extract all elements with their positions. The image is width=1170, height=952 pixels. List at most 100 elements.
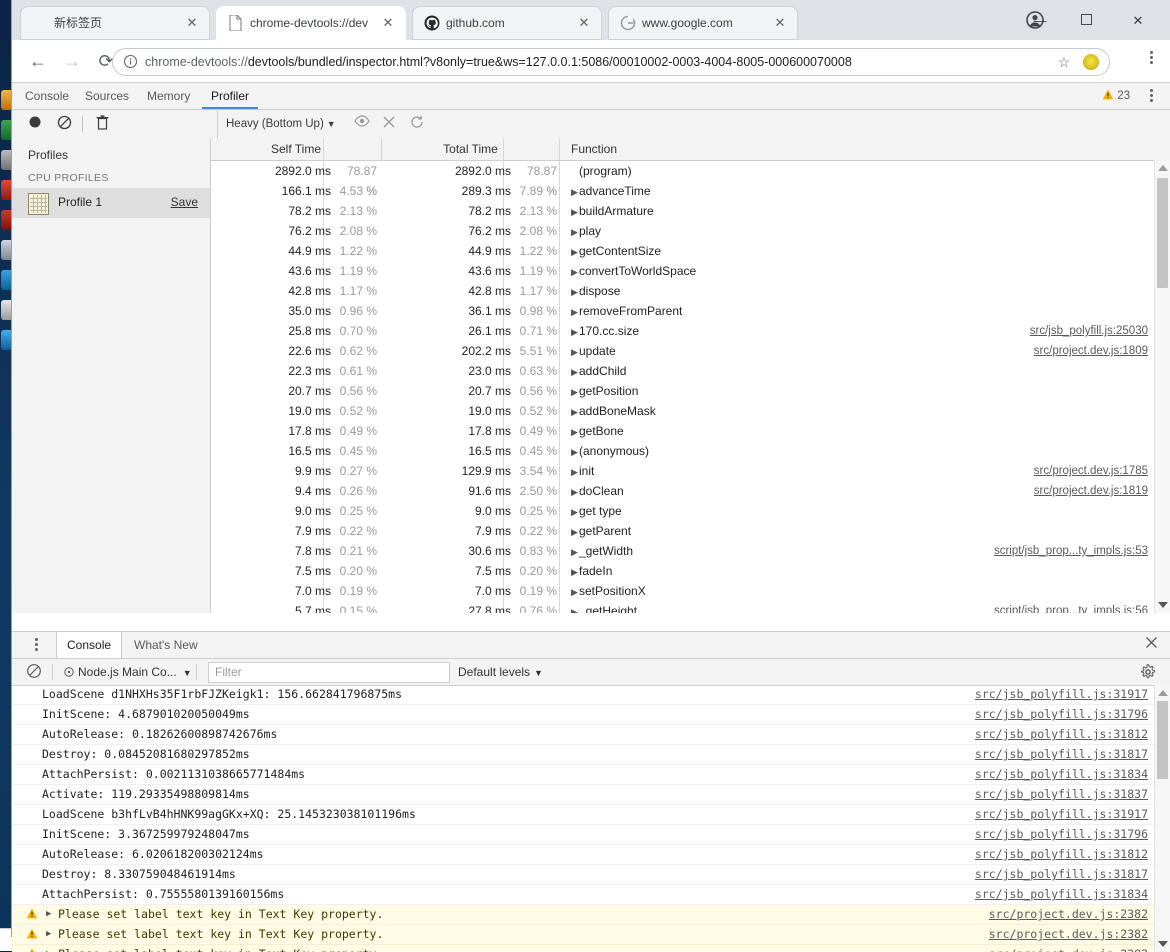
view-mode-select[interactable]: Heavy (Bottom Up)▼ bbox=[226, 115, 336, 133]
expand-triangle-icon[interactable]: ▶ bbox=[571, 602, 579, 613]
console-source-link[interactable]: src/jsb_polyfill.js:31917 bbox=[975, 805, 1148, 824]
console-log-message[interactable]: Activate: 119.29335498809814mssrc/jsb_po… bbox=[12, 785, 1170, 805]
console-log-message[interactable]: InitScene: 4.687901020050049mssrc/jsb_po… bbox=[12, 705, 1170, 725]
window-close-button[interactable]: ✕ bbox=[1120, 8, 1156, 34]
expand-triangle-icon[interactable]: ▶ bbox=[46, 905, 51, 924]
table-row[interactable]: 19.0 ms0.52 %19.0 ms0.52 %▶addBoneMask bbox=[211, 401, 1170, 421]
console-warning-message[interactable]: ▶Please set label text key in Text Key p… bbox=[12, 925, 1170, 945]
console-scrollbar[interactable] bbox=[1154, 685, 1170, 952]
console-log-levels-select[interactable]: Default levels▼ bbox=[458, 663, 543, 682]
table-row[interactable]: 20.7 ms0.56 %20.7 ms0.56 %▶getPosition bbox=[211, 381, 1170, 401]
expand-triangle-icon[interactable]: ▶ bbox=[571, 222, 579, 242]
tab-sources[interactable]: Sources bbox=[76, 83, 138, 109]
console-context-select[interactable]: Node.js Main Co...▼ bbox=[64, 663, 192, 681]
expand-triangle-icon[interactable]: ▶ bbox=[571, 482, 579, 502]
browser-tab-github[interactable]: github.com ✕ bbox=[412, 6, 602, 40]
tab-close-icon[interactable]: ✕ bbox=[576, 15, 592, 31]
table-row[interactable]: 17.8 ms0.49 %17.8 ms0.49 %▶getBone bbox=[211, 421, 1170, 441]
window-maximize-button[interactable] bbox=[1068, 8, 1104, 34]
console-source-link[interactable]: src/jsb_polyfill.js:31834 bbox=[975, 765, 1148, 784]
browser-tab-google[interactable]: www.google.com ✕ bbox=[608, 6, 798, 40]
tab-close-icon[interactable]: ✕ bbox=[380, 15, 396, 31]
table-row[interactable]: 22.3 ms0.61 %23.0 ms0.63 %▶addChild bbox=[211, 361, 1170, 381]
console-log-message[interactable]: Destroy: 0.08452081680297852mssrc/jsb_po… bbox=[12, 745, 1170, 765]
console-source-link[interactable]: src/jsb_polyfill.js:31796 bbox=[975, 705, 1148, 724]
console-log-message[interactable]: InitScene: 3.367259979248047mssrc/jsb_po… bbox=[12, 825, 1170, 845]
source-link[interactable]: script/jsb_prop...ty_impls.js:56 bbox=[994, 601, 1148, 613]
table-row[interactable]: 9.9 ms0.27 %129.9 ms3.54 %▶initsrc/proje… bbox=[211, 461, 1170, 481]
tab-close-icon[interactable]: ✕ bbox=[772, 15, 788, 31]
table-row[interactable]: 7.8 ms0.21 %30.6 ms0.83 %▶_getWidthscrip… bbox=[211, 541, 1170, 561]
tab-profiler[interactable]: Profiler bbox=[202, 83, 258, 109]
expand-triangle-icon[interactable]: ▶ bbox=[571, 282, 579, 302]
console-source-link[interactable]: src/jsb_polyfill.js:31812 bbox=[975, 725, 1148, 744]
save-profile-link[interactable]: Save bbox=[171, 195, 198, 209]
forward-button[interactable]: → bbox=[60, 49, 84, 73]
expand-triangle-icon[interactable]: ▶ bbox=[571, 362, 579, 382]
table-row[interactable]: 9.4 ms0.26 %91.6 ms2.50 %▶doCleansrc/pro… bbox=[211, 481, 1170, 501]
record-circle-icon[interactable] bbox=[28, 115, 42, 133]
table-row[interactable]: 5.7 ms0.15 %27.8 ms0.76 %▶_getHeightscri… bbox=[211, 601, 1170, 613]
console-log-message[interactable]: AttachPersist: 0.0021131038665771484mssr… bbox=[12, 765, 1170, 785]
expand-triangle-icon[interactable]: ▶ bbox=[46, 925, 51, 944]
console-warning-message[interactable]: ▶Please set label text key in Text Key p… bbox=[12, 905, 1170, 925]
expand-triangle-icon[interactable]: ▶ bbox=[571, 542, 579, 562]
scroll-up-arrow-icon[interactable] bbox=[1158, 165, 1168, 171]
console-source-link[interactable]: src/jsb_polyfill.js:31796 bbox=[975, 825, 1148, 844]
table-row[interactable]: 9.0 ms0.25 %9.0 ms0.25 %▶get type bbox=[211, 501, 1170, 521]
console-source-link[interactable]: src/project.dev.js:2382 bbox=[989, 905, 1148, 924]
scrollbar-thumb[interactable] bbox=[1157, 178, 1168, 288]
expand-triangle-icon[interactable]: ▶ bbox=[571, 502, 579, 522]
expand-triangle-icon[interactable]: ▶ bbox=[571, 442, 579, 462]
window-minimize-button[interactable]: — bbox=[1022, 8, 1058, 34]
console-log-message[interactable]: LoadScene b3hfLvB4hHNK99agGKx+XQ: 25.145… bbox=[12, 805, 1170, 825]
no-entry-icon[interactable] bbox=[57, 115, 72, 133]
expand-triangle-icon[interactable]: ▶ bbox=[571, 342, 579, 362]
expand-triangle-icon[interactable]: ▶ bbox=[571, 182, 579, 202]
expand-triangle-icon[interactable]: ▶ bbox=[571, 462, 579, 482]
console-log-message[interactable]: Destroy: 8.330759048461914mssrc/jsb_poly… bbox=[12, 865, 1170, 885]
browser-tab-newtab[interactable]: 新标签页 ✕ bbox=[20, 6, 210, 40]
table-row[interactable]: 16.5 ms0.45 %16.5 ms0.45 %▶(anonymous) bbox=[211, 441, 1170, 461]
table-row[interactable]: 166.1 ms4.53 %289.3 ms7.89 %▶advanceTime bbox=[211, 181, 1170, 201]
browser-menu-icon[interactable] bbox=[1140, 49, 1162, 73]
console-log-message[interactable]: LoadScene d1NHXHs35F1rbFJZKeigk1: 156.66… bbox=[12, 685, 1170, 705]
expand-triangle-icon[interactable]: ▶ bbox=[571, 582, 579, 602]
source-link[interactable]: src/project.dev.js:1809 bbox=[1034, 341, 1148, 361]
table-row[interactable]: 76.2 ms2.08 %76.2 ms2.08 %▶play bbox=[211, 221, 1170, 241]
expand-triangle-icon[interactable]: ▶ bbox=[571, 322, 579, 342]
bookmark-star-icon[interactable]: ☆ bbox=[1055, 53, 1073, 71]
eye-icon[interactable] bbox=[354, 115, 370, 133]
scrollbar-thumb[interactable] bbox=[1157, 701, 1168, 779]
console-source-link[interactable]: src/jsb_polyfill.js:31917 bbox=[975, 685, 1148, 704]
gear-icon[interactable] bbox=[1140, 664, 1156, 680]
source-link[interactable]: src/project.dev.js:1819 bbox=[1034, 481, 1148, 501]
scroll-up-arrow-icon[interactable] bbox=[1158, 690, 1168, 696]
drawer-tab-console[interactable]: Console bbox=[56, 632, 122, 658]
console-filter-input[interactable]: Filter bbox=[208, 662, 450, 683]
drawer-tab-whats-new[interactable]: What's New bbox=[124, 632, 208, 658]
table-row[interactable]: 42.8 ms1.17 %42.8 ms1.17 %▶dispose bbox=[211, 281, 1170, 301]
expand-triangle-icon[interactable]: ▶ bbox=[571, 562, 579, 582]
browser-tab-devtools[interactable]: chrome-devtools://dev ✕ bbox=[216, 6, 406, 40]
table-row[interactable]: 7.0 ms0.19 %7.0 ms0.19 %▶setPositionX bbox=[211, 581, 1170, 601]
address-bar[interactable]: chrome-devtools://devtools/bundled/inspe… bbox=[112, 48, 1110, 76]
console-source-link[interactable]: src/jsb_polyfill.js:31812 bbox=[975, 845, 1148, 864]
console-log-message[interactable]: AttachPersist: 0.7555580139160156mssrc/j… bbox=[12, 885, 1170, 905]
tab-memory[interactable]: Memory bbox=[138, 83, 199, 109]
tab-console[interactable]: Console bbox=[16, 83, 78, 109]
table-row[interactable]: 43.6 ms1.19 %43.6 ms1.19 %▶convertToWorl… bbox=[211, 261, 1170, 281]
console-source-link[interactable]: src/jsb_polyfill.js:31834 bbox=[975, 885, 1148, 904]
back-button[interactable]: ← bbox=[26, 49, 50, 73]
table-row[interactable]: 7.5 ms0.20 %7.5 ms0.20 %▶fadeIn bbox=[211, 561, 1170, 581]
source-link[interactable]: script/jsb_prop...ty_impls.js:53 bbox=[994, 541, 1148, 561]
source-link[interactable]: src/project.dev.js:1785 bbox=[1034, 461, 1148, 481]
drawer-menu-icon[interactable] bbox=[28, 636, 44, 654]
scroll-down-arrow-icon[interactable] bbox=[1158, 941, 1168, 947]
table-row[interactable]: 35.0 ms0.96 %36.1 ms0.98 %▶removeFromPar… bbox=[211, 301, 1170, 321]
table-row[interactable]: 22.6 ms0.62 %202.2 ms5.51 %▶updatesrc/pr… bbox=[211, 341, 1170, 361]
expand-triangle-icon[interactable]: ▶ bbox=[571, 302, 579, 322]
expand-triangle-icon[interactable]: ▶ bbox=[571, 382, 579, 402]
console-source-link[interactable]: src/project.dev.js:2382 bbox=[989, 925, 1148, 944]
trash-icon[interactable] bbox=[96, 115, 109, 133]
